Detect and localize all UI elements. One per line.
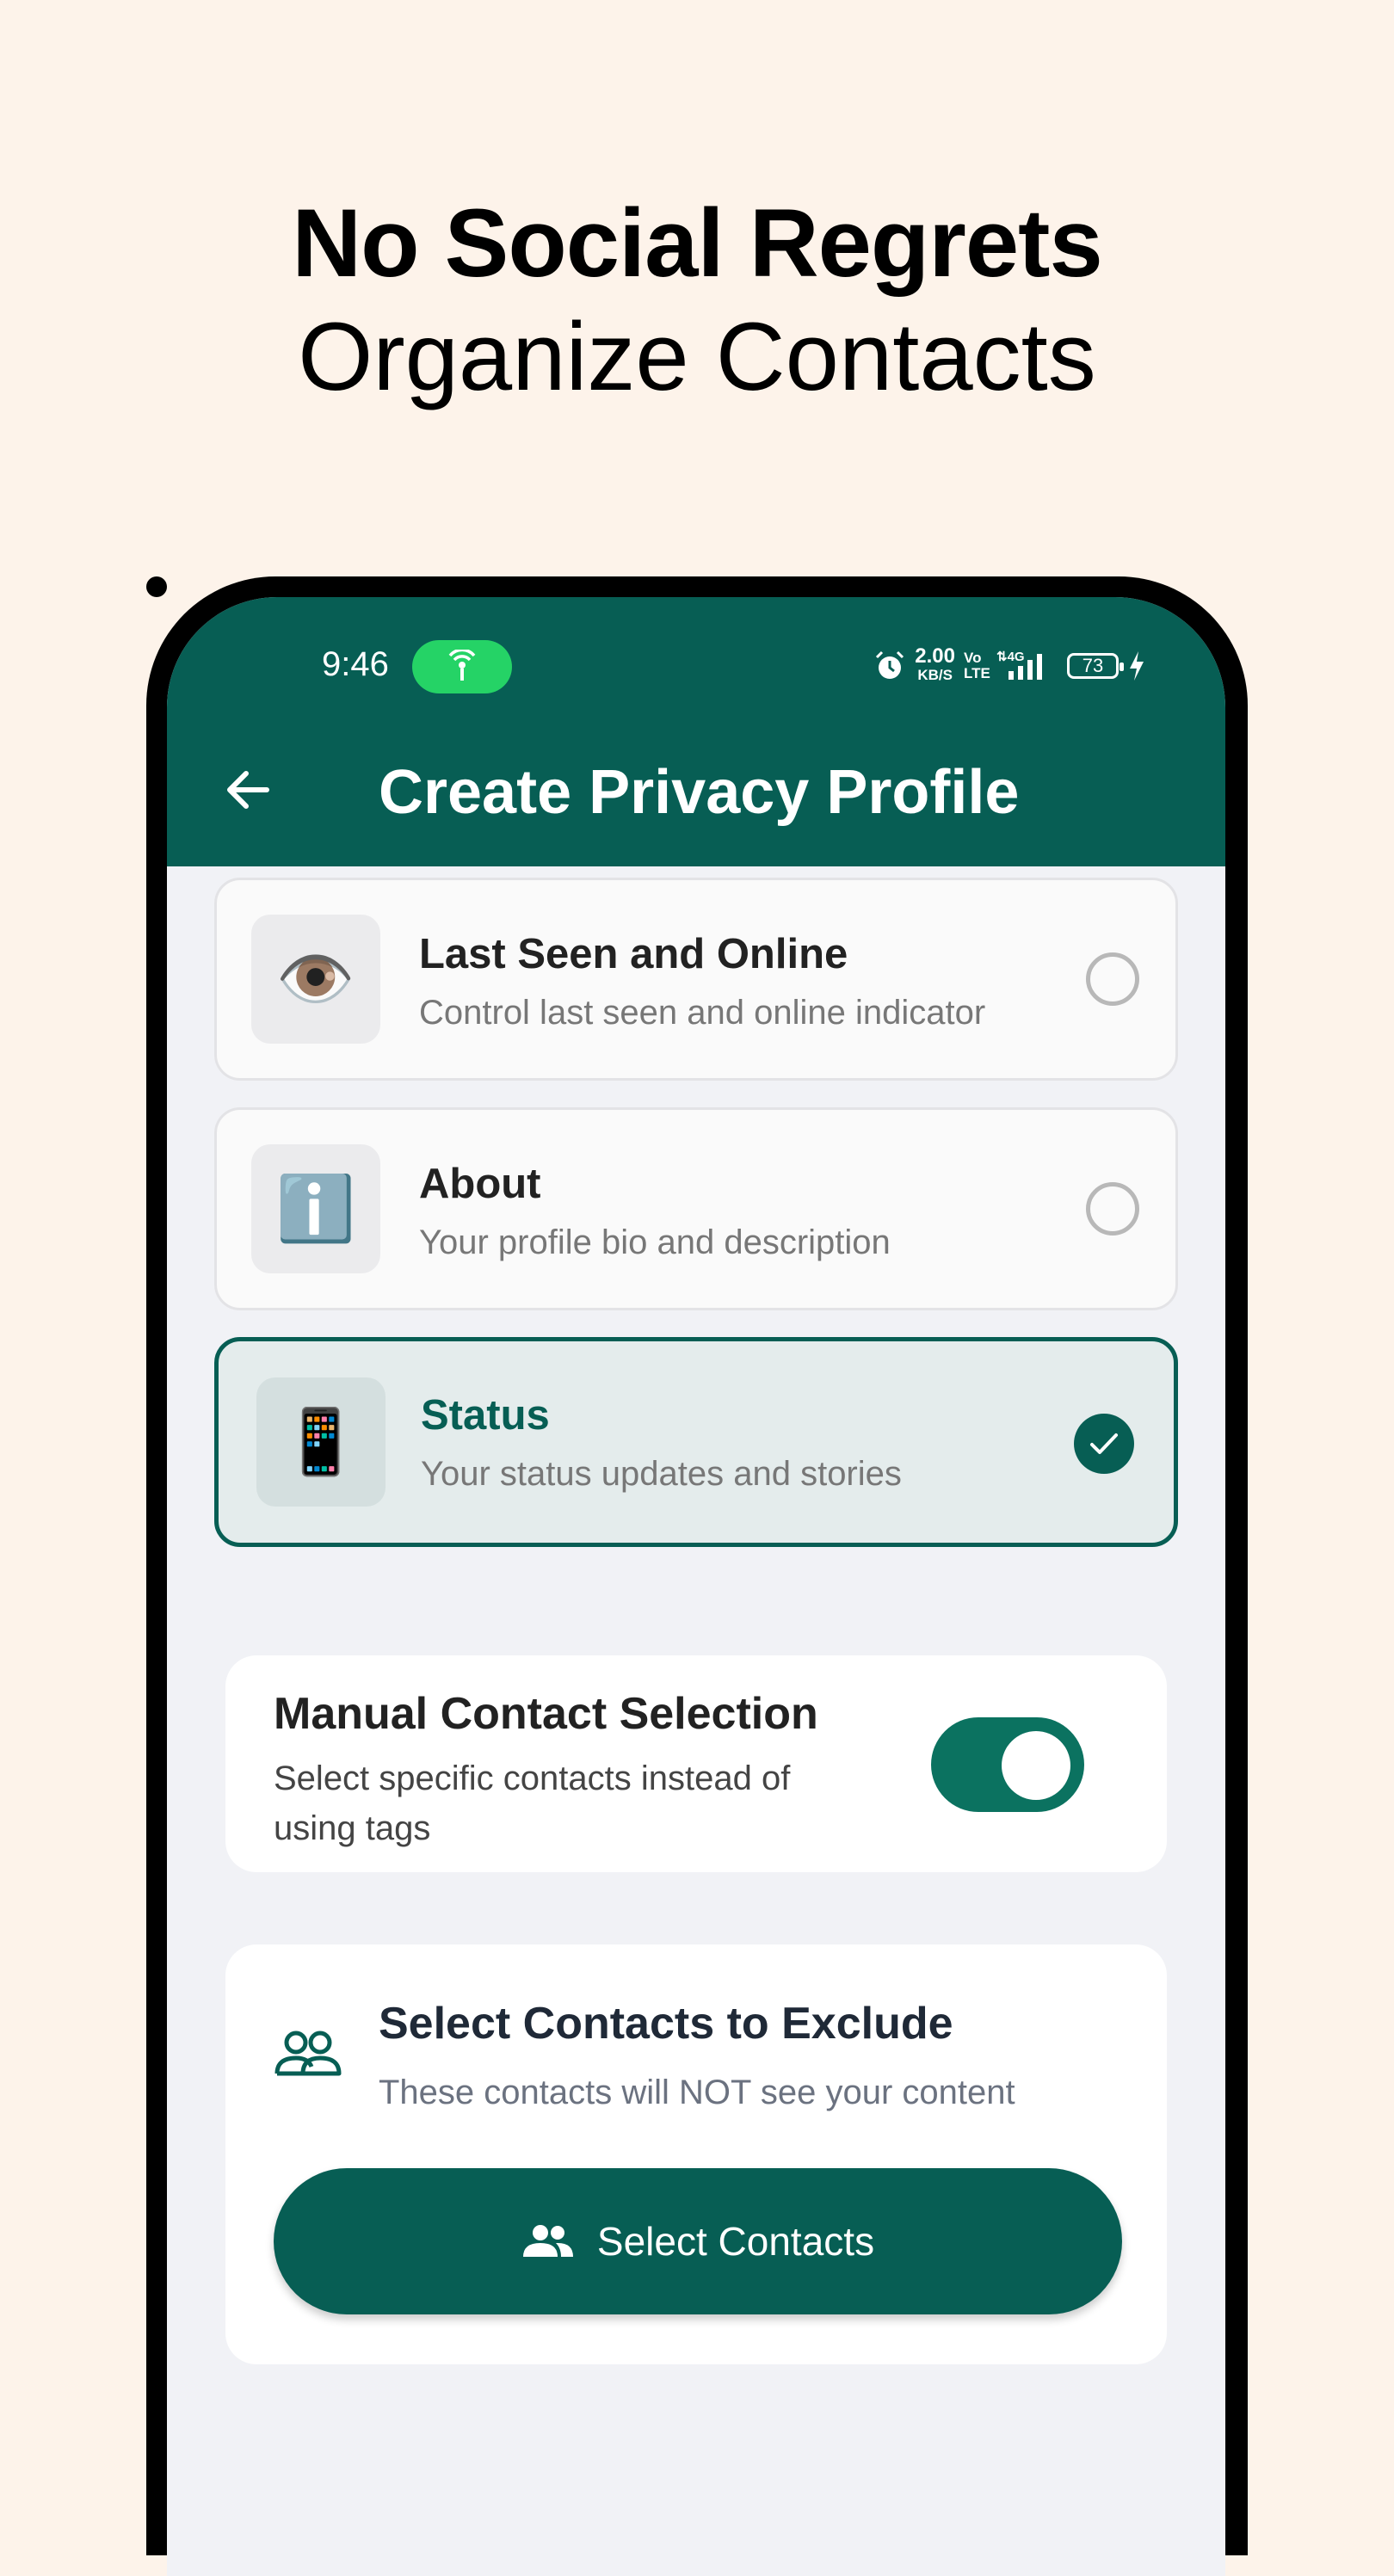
option-title: Status: [421, 1392, 550, 1439]
back-arrow-icon[interactable]: [220, 762, 275, 817]
exclude-description: These contacts will NOT see your content: [379, 2074, 1015, 2111]
hotspot-icon: [448, 650, 476, 681]
phone-frame: 9:46 2.00 KB/S Vo LTE ⇅4G 73 Create Priv…: [146, 576, 1248, 2576]
signal-icon: ⇅4G: [996, 650, 1042, 680]
manual-selection-card: Manual Contact Selection Select specific…: [225, 1655, 1167, 1872]
volte-indicator: Vo LTE: [964, 650, 990, 681]
group-icon: [522, 2225, 573, 2257]
marketing-headline: No Social Regrets: [292, 189, 1103, 297]
page-title: Create Privacy Profile: [379, 758, 1020, 827]
radio-button[interactable]: [1086, 952, 1139, 1006]
svg-text:⇅4G: ⇅4G: [996, 650, 1025, 664]
select-contacts-label: Select Contacts: [596, 2219, 875, 2264]
option-description: Your status updates and stories: [421, 1455, 902, 1493]
radio-button[interactable]: [1086, 1182, 1139, 1236]
app-bar: 9:46 2.00 KB/S Vo LTE ⇅4G 73 Create Priv…: [167, 597, 1225, 866]
exclude-title: Select Contacts to Exclude: [379, 1999, 953, 2049]
radio-button-checked[interactable]: [1074, 1414, 1134, 1474]
charging-icon: [1130, 651, 1144, 681]
hotspot-indicator[interactable]: [412, 640, 512, 693]
eye-icon: 👁️: [251, 915, 380, 1044]
option-title: About: [419, 1161, 541, 1207]
net-speed-unit: KB/S: [917, 667, 953, 683]
mobile-phone-icon: 📱: [256, 1377, 386, 1507]
check-icon: [1090, 1433, 1118, 1454]
status-bar: 9:46 2.00 KB/S Vo LTE ⇅4G 73: [167, 597, 1225, 700]
option-description: Your profile bio and description: [419, 1223, 891, 1261]
option-title: Last Seen and Online: [419, 931, 848, 977]
select-contacts-button[interactable]: Select Contacts: [274, 2168, 1122, 2314]
option-status[interactable]: 📱 Status Your status updates and stories: [214, 1337, 1178, 1547]
manual-selection-toggle[interactable]: [931, 1717, 1084, 1812]
toggle-knob: [1002, 1731, 1070, 1800]
battery-indicator: 73: [1067, 653, 1124, 679]
people-icon: [274, 2031, 342, 2076]
phone-screen: 9:46 2.00 KB/S Vo LTE ⇅4G 73 Create Priv…: [167, 597, 1225, 2576]
manual-selection-title: Manual Contact Selection: [274, 1689, 818, 1739]
net-speed-value: 2.00: [915, 644, 955, 668]
system-icons: 2.00 KB/S Vo LTE ⇅4G 73: [873, 642, 1146, 690]
marketing-subheadline: Organize Contacts: [298, 303, 1096, 410]
option-about[interactable]: ℹ️ About Your profile bio and descriptio…: [214, 1107, 1178, 1310]
alarm-icon: [876, 650, 904, 679]
info-icon: ℹ️: [251, 1144, 380, 1273]
camera-dot: [146, 576, 167, 597]
status-time: 9:46: [322, 645, 389, 683]
option-description: Control last seen and online indicator: [419, 994, 986, 1032]
exclude-contacts-card: Select Contacts to Exclude These contact…: [225, 1944, 1167, 2364]
manual-selection-description: Select specific contacts instead of usin…: [274, 1759, 791, 1847]
net-speed: 2.00 KB/S: [915, 644, 955, 685]
option-last-seen[interactable]: 👁️ Last Seen and Online Control last see…: [214, 878, 1178, 1081]
